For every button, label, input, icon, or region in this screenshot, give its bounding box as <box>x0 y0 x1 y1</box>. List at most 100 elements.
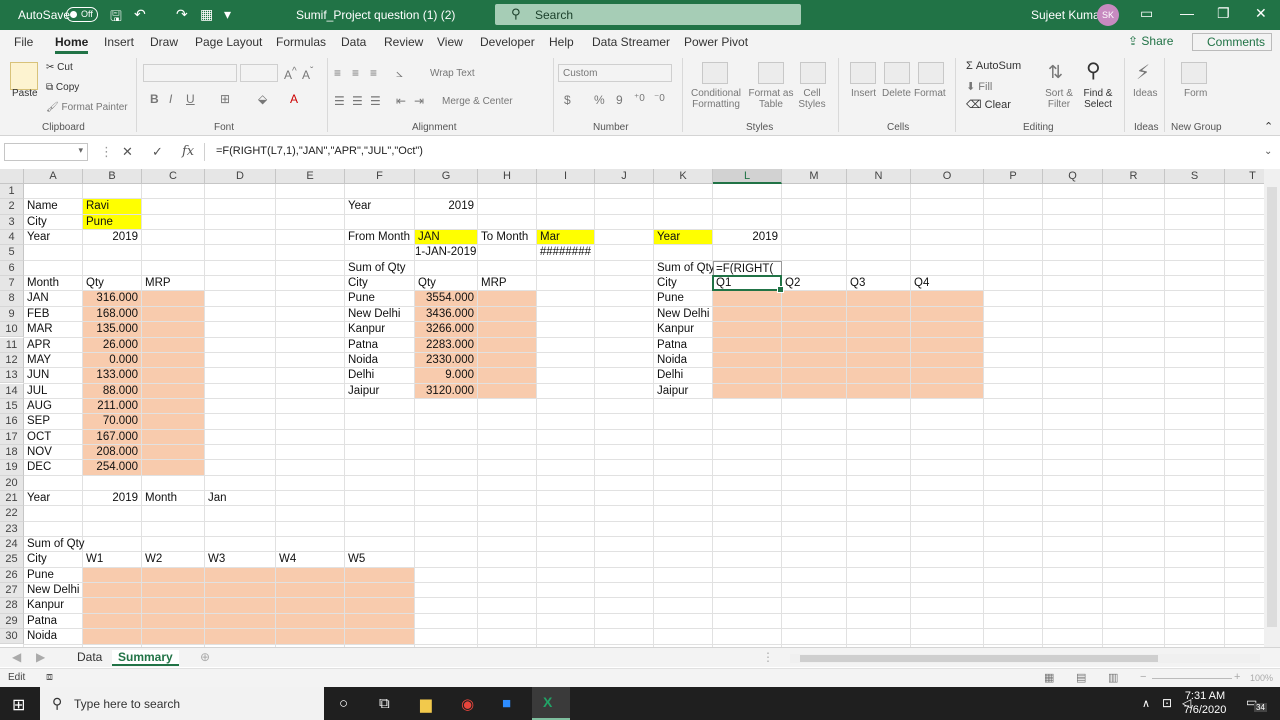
decrease-indent-icon[interactable]: ⇤ <box>396 94 406 108</box>
customize-qat-icon[interactable]: ▾ <box>224 6 231 23</box>
page-break-view-icon[interactable]: ▥ <box>1108 671 1118 684</box>
normal-view-icon[interactable]: ▦ <box>1044 671 1054 684</box>
row-header-2[interactable]: 2 <box>0 199 24 215</box>
cell-b13[interactable]: 133.000 <box>83 368 142 383</box>
column-header-l[interactable]: L <box>713 169 782 184</box>
align-left-icon[interactable]: ☰ <box>334 94 345 108</box>
tab-split-icon[interactable]: ⋮ <box>762 650 774 664</box>
column-header-a[interactable]: A <box>24 169 83 184</box>
windows-start-icon[interactable]: ⊞ <box>12 695 25 715</box>
borders-icon[interactable]: ⊞ <box>220 92 230 106</box>
zoom-slider[interactable] <box>1152 678 1232 679</box>
cell-g5[interactable]: 1-JAN-2019 <box>415 245 478 260</box>
cell-g14[interactable]: 3120.000 <box>415 384 478 399</box>
cell-a7[interactable]: Month <box>24 276 59 291</box>
bold-icon[interactable]: B <box>150 92 159 106</box>
save-icon[interactable]: 🖫 <box>110 6 122 30</box>
delete-cells-label[interactable]: Delete <box>882 88 911 99</box>
row-header-13[interactable]: 13 <box>0 368 24 384</box>
name-box[interactable]: ▾ <box>4 143 88 161</box>
orientation-icon[interactable]: ⦣ <box>396 66 403 81</box>
currency-icon[interactable]: $ <box>564 93 571 107</box>
row-header-6[interactable]: 6 <box>0 260 24 277</box>
cell-b15[interactable]: 211.000 <box>83 399 142 414</box>
tab-insert[interactable]: Insert <box>104 35 134 49</box>
cell-a18[interactable]: NOV <box>24 445 52 460</box>
cell-f10[interactable]: Kanpur <box>345 322 385 337</box>
tab-formulas[interactable]: Formulas <box>276 35 326 49</box>
ribbon-display-icon[interactable]: ▭ <box>1140 5 1153 22</box>
row-header-29[interactable]: 29 <box>0 613 24 630</box>
cell-f4[interactable]: From Month <box>345 230 410 245</box>
cell-k8[interactable]: Pune <box>654 291 684 306</box>
row-header-12[interactable]: 12 <box>0 352 24 369</box>
percent-icon[interactable]: % <box>594 93 605 107</box>
row-header-10[interactable]: 10 <box>0 322 24 338</box>
ideas-button[interactable]: Ideas <box>1133 88 1157 99</box>
cell-h4[interactable]: To Month <box>478 230 528 245</box>
cell-a25[interactable]: City <box>24 552 47 567</box>
cell-k9[interactable]: New Delhi <box>654 307 709 322</box>
cell-g9[interactable]: 3436.000 <box>415 307 478 322</box>
column-header-c[interactable]: C <box>142 169 205 184</box>
vertical-scrollbar[interactable] <box>1264 169 1280 647</box>
decrease-decimal-icon[interactable]: ⁻0 <box>654 93 665 104</box>
cell-a13[interactable]: JUN <box>24 368 49 383</box>
prev-sheet-icon[interactable]: ◀ <box>12 650 21 664</box>
row-header-21[interactable]: 21 <box>0 491 24 507</box>
cell-n7[interactable]: Q3 <box>847 276 865 291</box>
cell-i5[interactable]: ######## <box>537 245 595 260</box>
cell-a21[interactable]: Year <box>24 491 50 506</box>
tab-developer[interactable]: Developer <box>480 35 535 49</box>
font-color-icon[interactable]: A <box>290 92 298 106</box>
tab-data[interactable]: Data <box>341 35 366 49</box>
format-as-table-icon[interactable] <box>758 62 784 84</box>
restore-icon[interactable]: ❐ <box>1217 5 1230 22</box>
avatar[interactable]: SK <box>1097 4 1119 26</box>
clear-button[interactable]: ⌫ Clear <box>966 98 1011 111</box>
cell-k13[interactable]: Delhi <box>654 368 683 383</box>
task-view-icon[interactable]: ⧉ <box>379 695 390 712</box>
row-header-4[interactable]: 4 <box>0 230 24 246</box>
row-header-8[interactable]: 8 <box>0 291 24 307</box>
cell-b12[interactable]: 0.000 <box>83 353 142 368</box>
network-icon[interactable]: ⊡ <box>1162 696 1172 710</box>
minimize-icon[interactable]: — <box>1180 5 1194 21</box>
select-all-corner[interactable] <box>0 169 24 184</box>
cell-a2[interactable]: Name <box>24 199 58 214</box>
cell-a27[interactable]: New Delhi <box>24 583 79 598</box>
row-header-23[interactable]: 23 <box>0 521 24 537</box>
column-header-g[interactable]: G <box>415 169 478 184</box>
collapse-ribbon-icon[interactable]: ⌃ <box>1264 120 1273 133</box>
row-header-15[interactable]: 15 <box>0 398 24 415</box>
horizontal-scrollbar[interactable] <box>790 654 1260 663</box>
cell-g13[interactable]: 9.000 <box>415 368 478 383</box>
comments-button[interactable]: Comments <box>1192 33 1272 51</box>
tab-help[interactable]: Help <box>549 35 574 49</box>
cell-k11[interactable]: Patna <box>654 338 687 353</box>
cell-g10[interactable]: 3266.000 <box>415 322 478 337</box>
cell-m7[interactable]: Q2 <box>782 276 800 291</box>
form-button[interactable]: Form <box>1184 88 1207 99</box>
cell-f9[interactable]: New Delhi <box>345 307 400 322</box>
cell-b19[interactable]: 254.000 <box>83 460 142 475</box>
cell-a28[interactable]: Kanpur <box>24 598 64 613</box>
cell-f12[interactable]: Noida <box>345 353 378 368</box>
fill-color-icon[interactable]: ⬙ <box>258 92 267 106</box>
cell-d21[interactable]: Jan <box>205 491 227 506</box>
taskbar-clock[interactable]: 7:31 AM 7/6/2020 <box>1180 689 1230 717</box>
file-explorer-icon[interactable]: ▆ <box>420 695 432 713</box>
row-header-28[interactable]: 28 <box>0 598 24 614</box>
cell-g2[interactable]: 2019 <box>415 199 478 214</box>
tab-file[interactable]: File <box>14 35 33 49</box>
column-header-k[interactable]: K <box>654 169 713 184</box>
cell-b21[interactable]: 2019 <box>83 491 142 506</box>
row-header-1[interactable]: 1 <box>0 184 24 200</box>
show-hidden-icons-icon[interactable]: ∧ <box>1142 697 1150 710</box>
cell-k6[interactable]: Sum of Qty <box>654 261 715 276</box>
cell-k4[interactable]: Year <box>654 230 680 245</box>
cell-b17[interactable]: 167.000 <box>83 430 142 445</box>
tab-page-layout[interactable]: Page Layout <box>195 35 262 49</box>
conditional-formatting-icon[interactable] <box>702 62 728 84</box>
cell-g7[interactable]: Qty <box>415 276 436 291</box>
